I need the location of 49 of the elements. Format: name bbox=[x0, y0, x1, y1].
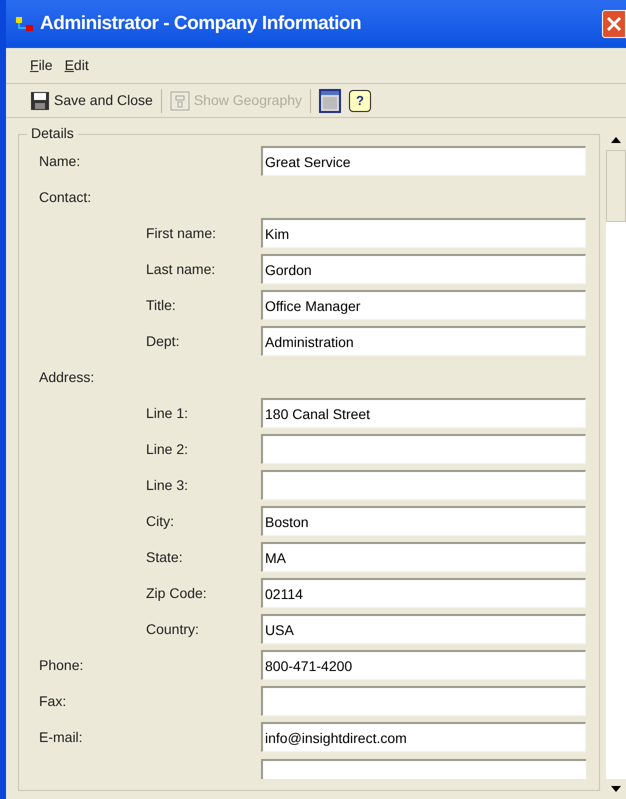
scroll-down-button[interactable] bbox=[606, 779, 626, 799]
up-arrow-icon bbox=[611, 137, 621, 143]
text-field[interactable]: 02114 bbox=[261, 578, 586, 608]
help-button[interactable]: ? bbox=[349, 90, 372, 112]
text-field[interactable]: info@insightdirect.com bbox=[261, 722, 586, 752]
field-label: Fax: bbox=[38, 692, 68, 710]
scrollbar[interactable] bbox=[606, 130, 626, 799]
field-label: Title: bbox=[145, 296, 177, 314]
group-title: Details bbox=[27, 126, 78, 140]
field-label: Dept: bbox=[145, 332, 180, 351]
field-label: Line 2: bbox=[145, 440, 190, 458]
map-icon bbox=[170, 90, 190, 110]
text-field[interactable]: Kim bbox=[261, 218, 586, 248]
window-layout-button[interactable] bbox=[319, 88, 342, 112]
field-label: City: bbox=[145, 512, 175, 531]
close-button[interactable] bbox=[602, 10, 626, 38]
close-icon bbox=[606, 16, 622, 32]
group-label: Contact: bbox=[38, 188, 92, 206]
toolbar-button[interactable]: Save and Close bbox=[30, 90, 153, 111]
text-field[interactable]: Boston bbox=[261, 506, 586, 536]
field-label: Country: bbox=[145, 620, 200, 639]
down-arrow-icon bbox=[611, 786, 621, 792]
window-title: Administrator - Company Information bbox=[40, 12, 362, 36]
app-icon bbox=[14, 14, 36, 34]
field-label: First name: bbox=[145, 224, 218, 242]
text-field[interactable]: Gordon bbox=[261, 254, 586, 284]
field-label: Line 1: bbox=[145, 404, 190, 422]
field-label: E-mail: bbox=[38, 728, 84, 746]
text-field[interactable] bbox=[261, 686, 586, 716]
text-field[interactable] bbox=[261, 434, 586, 464]
text-field[interactable]: 180 Canal Street bbox=[261, 398, 586, 428]
text-field[interactable]: USA bbox=[261, 614, 586, 644]
text-field[interactable] bbox=[261, 470, 586, 500]
field-label: State: bbox=[145, 548, 184, 566]
field-label: Last name: bbox=[145, 260, 216, 278]
text-field[interactable]: Administration bbox=[261, 326, 586, 356]
text-field[interactable]: Great Service bbox=[261, 146, 586, 176]
text-field[interactable]: Office Manager bbox=[261, 290, 586, 320]
field-label: Name: bbox=[38, 152, 82, 170]
scroll-thumb[interactable] bbox=[606, 150, 626, 222]
menu-item[interactable]: File bbox=[30, 55, 53, 76]
field-label: Line 3: bbox=[145, 476, 190, 494]
field-label: Phone: bbox=[38, 656, 84, 674]
text-field[interactable]: MA bbox=[261, 542, 586, 572]
group-label: Address: bbox=[38, 368, 94, 386]
menu-item[interactable]: Edit bbox=[64, 55, 89, 76]
text-field[interactable]: 800-471-4200 bbox=[261, 650, 586, 680]
text-field[interactable] bbox=[261, 759, 586, 779]
field-label: Zip Code: bbox=[145, 584, 208, 603]
